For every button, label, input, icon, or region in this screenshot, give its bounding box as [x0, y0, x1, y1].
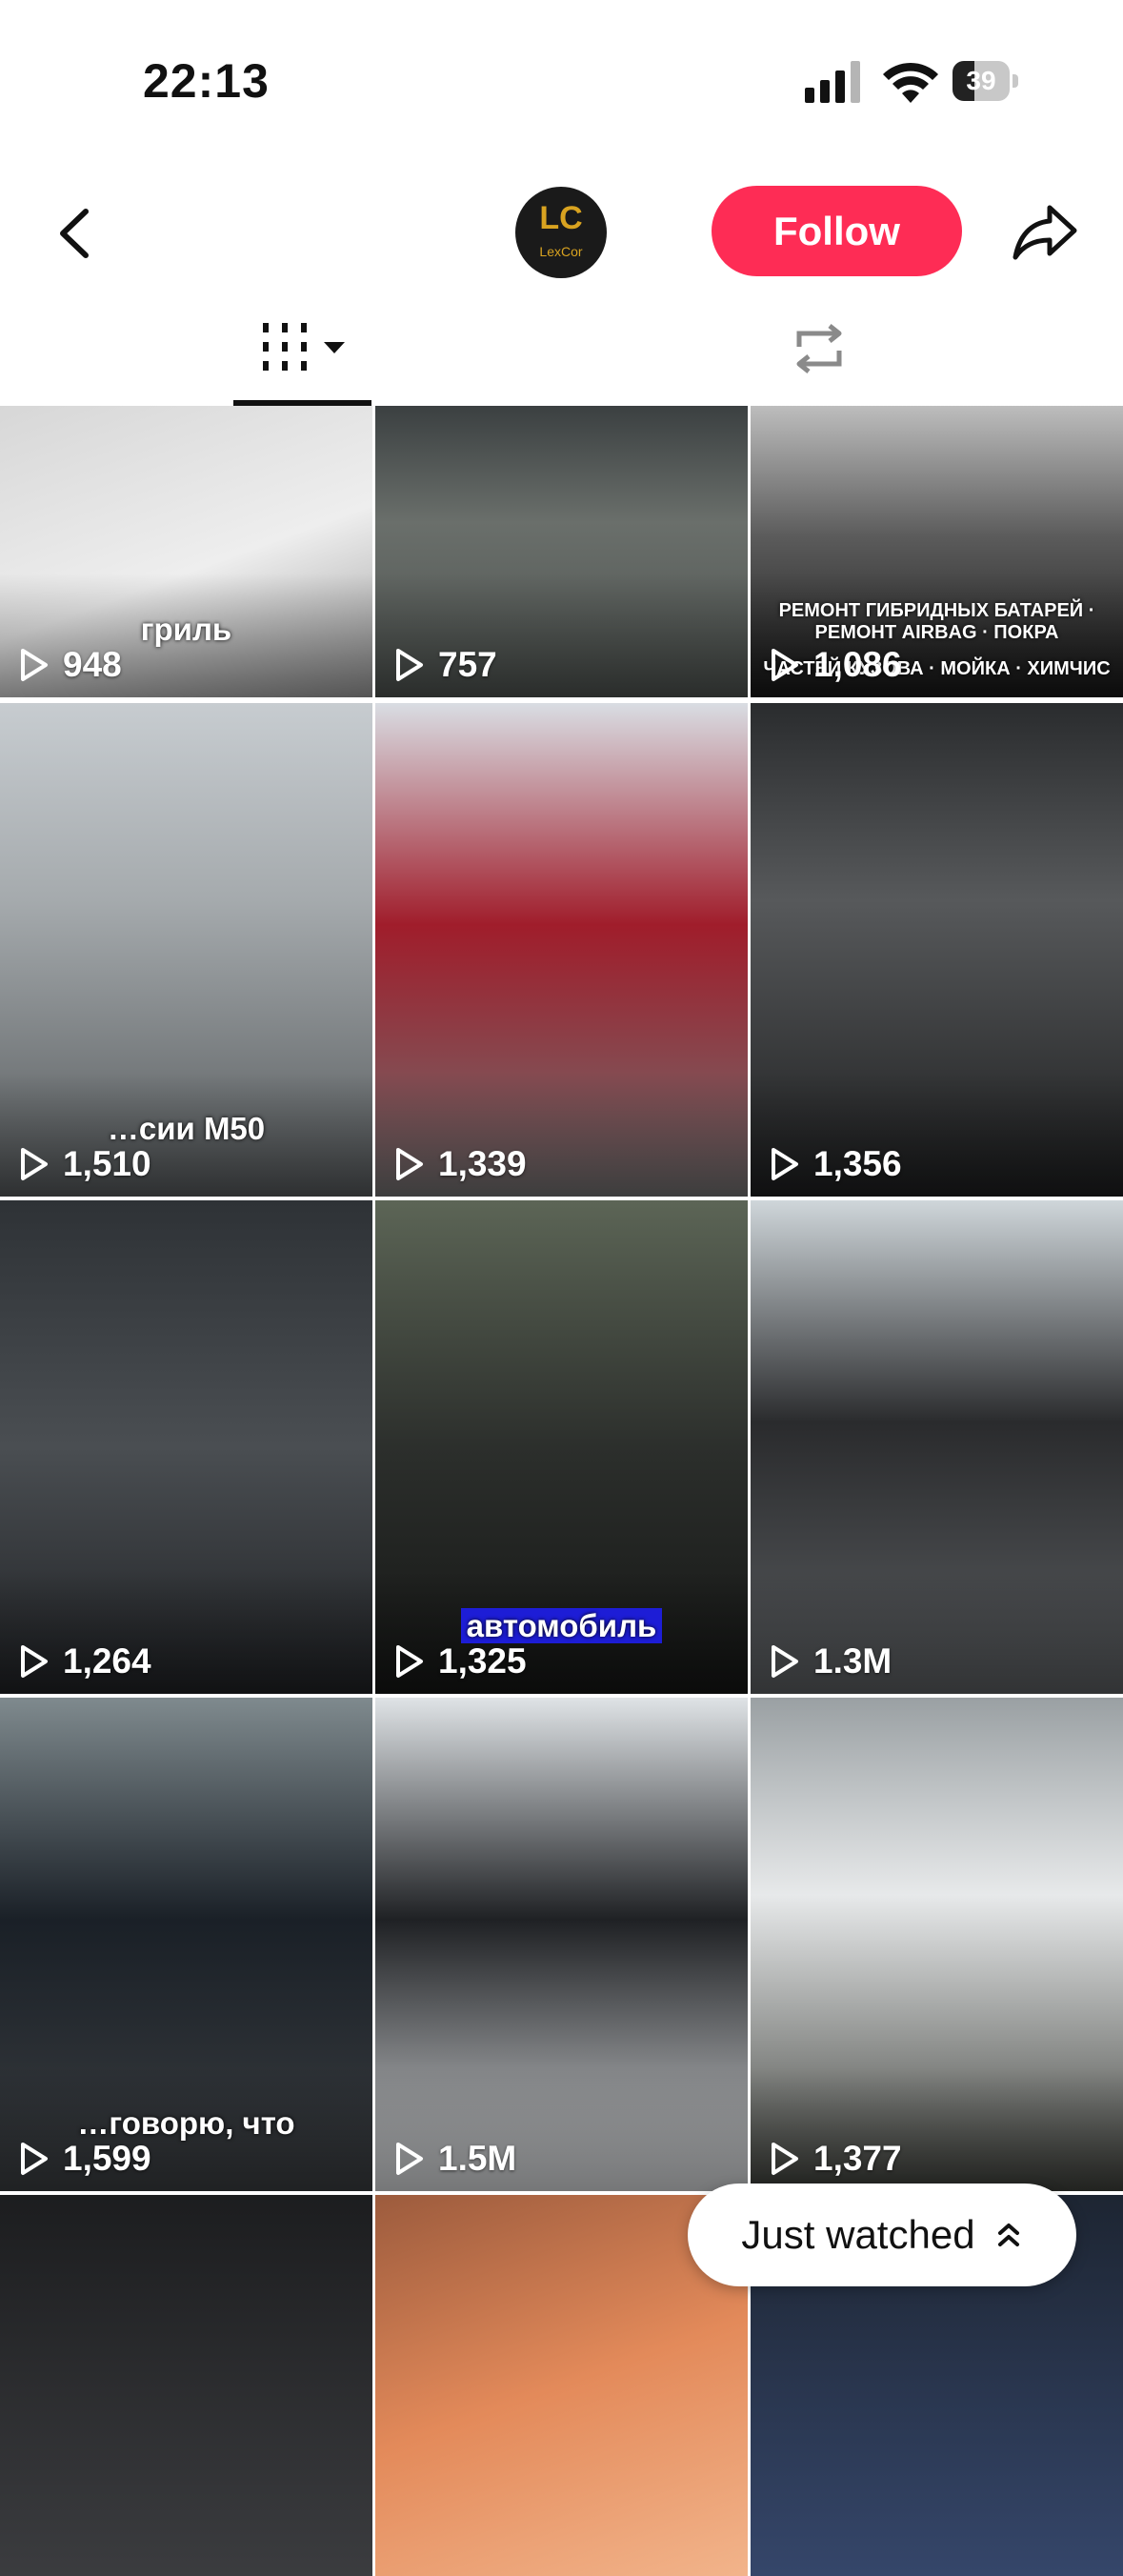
view-count-value: 1,086	[813, 645, 902, 684]
play-icon	[396, 1148, 423, 1180]
view-count-value: 1,510	[63, 1144, 151, 1183]
video-caption: …говорю, что	[77, 2105, 295, 2141]
view-count-value: 1.3M	[813, 1641, 892, 1680]
video-thumbnail[interactable]: 757	[375, 406, 748, 697]
video-thumbnail[interactable]: 1,264	[0, 1200, 372, 1694]
avatar-monogram: LC	[539, 200, 583, 236]
view-count: 1,599	[15, 2138, 151, 2180]
play-icon	[772, 649, 798, 681]
battery-icon: 39	[953, 61, 1019, 103]
play-icon	[396, 1645, 423, 1678]
cellular-signal-icon	[805, 61, 860, 103]
view-count: 1,086	[766, 644, 902, 686]
play-icon	[396, 649, 423, 681]
play-icon	[396, 2143, 423, 2175]
view-count: 1,325	[391, 1640, 527, 1682]
view-count: 1.5M	[391, 2138, 516, 2180]
status-time: 22:13	[143, 54, 270, 108]
share-arrow-icon[interactable]	[1012, 202, 1078, 263]
avatar[interactable]: LC LexCor	[515, 187, 607, 278]
tab-videos-grid-icon[interactable]	[257, 319, 352, 376]
view-count-value: 1,377	[813, 2139, 902, 2178]
wifi-icon	[883, 62, 938, 103]
video-thumbnail[interactable]: 1,356	[751, 703, 1123, 1197]
view-count-value: 1,264	[63, 1641, 151, 1680]
view-count-value: 757	[438, 645, 497, 684]
video-caption: гриль	[140, 612, 232, 647]
play-icon	[772, 1148, 798, 1180]
play-icon	[772, 1645, 798, 1678]
view-count-value: 1.5M	[438, 2139, 517, 2178]
view-count-value: 1,356	[813, 1144, 902, 1183]
tab-repost-icon[interactable]	[786, 320, 852, 377]
battery-level: 39	[966, 66, 996, 95]
view-count: 1,264	[15, 1640, 151, 1682]
play-icon	[21, 649, 48, 681]
video-thumbnail[interactable]: 1.5M	[375, 1698, 748, 2191]
view-count-value: 1,339	[438, 1144, 527, 1183]
just-watched-label: Just watched	[741, 2212, 975, 2257]
video-thumbnail[interactable]	[0, 2195, 372, 2576]
just-watched-button[interactable]: Just watched	[688, 2184, 1076, 2286]
view-count: 1,339	[391, 1143, 527, 1185]
chevron-up-double-icon	[997, 2224, 1019, 2246]
video-thumbnail[interactable]: 1,339	[375, 703, 748, 1197]
play-icon	[21, 2143, 48, 2175]
video-thumbnail[interactable]: гриль 948	[0, 406, 372, 697]
view-count: 1,377	[766, 2138, 902, 2180]
video-thumbnail[interactable]: …сии M50 1,510	[0, 703, 372, 1197]
video-thumbnail[interactable]: 1,377	[751, 1698, 1123, 2191]
video-caption: автомобиль	[375, 1608, 748, 1644]
avatar-name: LexCor	[539, 244, 583, 259]
play-icon	[772, 2143, 798, 2175]
video-thumbnail[interactable]: автомобиль 1,325	[375, 1200, 748, 1694]
follow-button[interactable]: Follow	[712, 186, 962, 276]
view-count: 1,510	[15, 1143, 151, 1185]
play-icon	[21, 1148, 48, 1180]
play-icon	[21, 1645, 48, 1678]
video-thumbnail[interactable]: …говорю, что 1,599	[0, 1698, 372, 2191]
video-thumbnail[interactable]: РЕМОНТ ГИБРИДНЫХ БАТАРЕЙ · РЕМОНТ AIRBAG…	[751, 406, 1123, 697]
back-chevron-icon[interactable]	[48, 200, 105, 267]
view-count-value: 1,599	[63, 2139, 151, 2178]
video-thumbnail[interactable]: 1.3M	[751, 1200, 1123, 1694]
view-count: 1,356	[766, 1143, 902, 1185]
view-count: 1.3M	[766, 1640, 892, 1682]
view-count: 757	[391, 644, 497, 686]
view-count: 948	[15, 644, 122, 686]
view-count-value: 948	[63, 645, 122, 684]
view-count-value: 1,325	[438, 1641, 527, 1680]
video-caption: …сии M50	[107, 1111, 266, 1146]
status-bar: 22:13 39	[0, 0, 1123, 162]
video-caption: РЕМОНТ ГИБРИДНЫХ БАТАРЕЙ · РЕМОНТ AIRBAG…	[778, 600, 1095, 643]
